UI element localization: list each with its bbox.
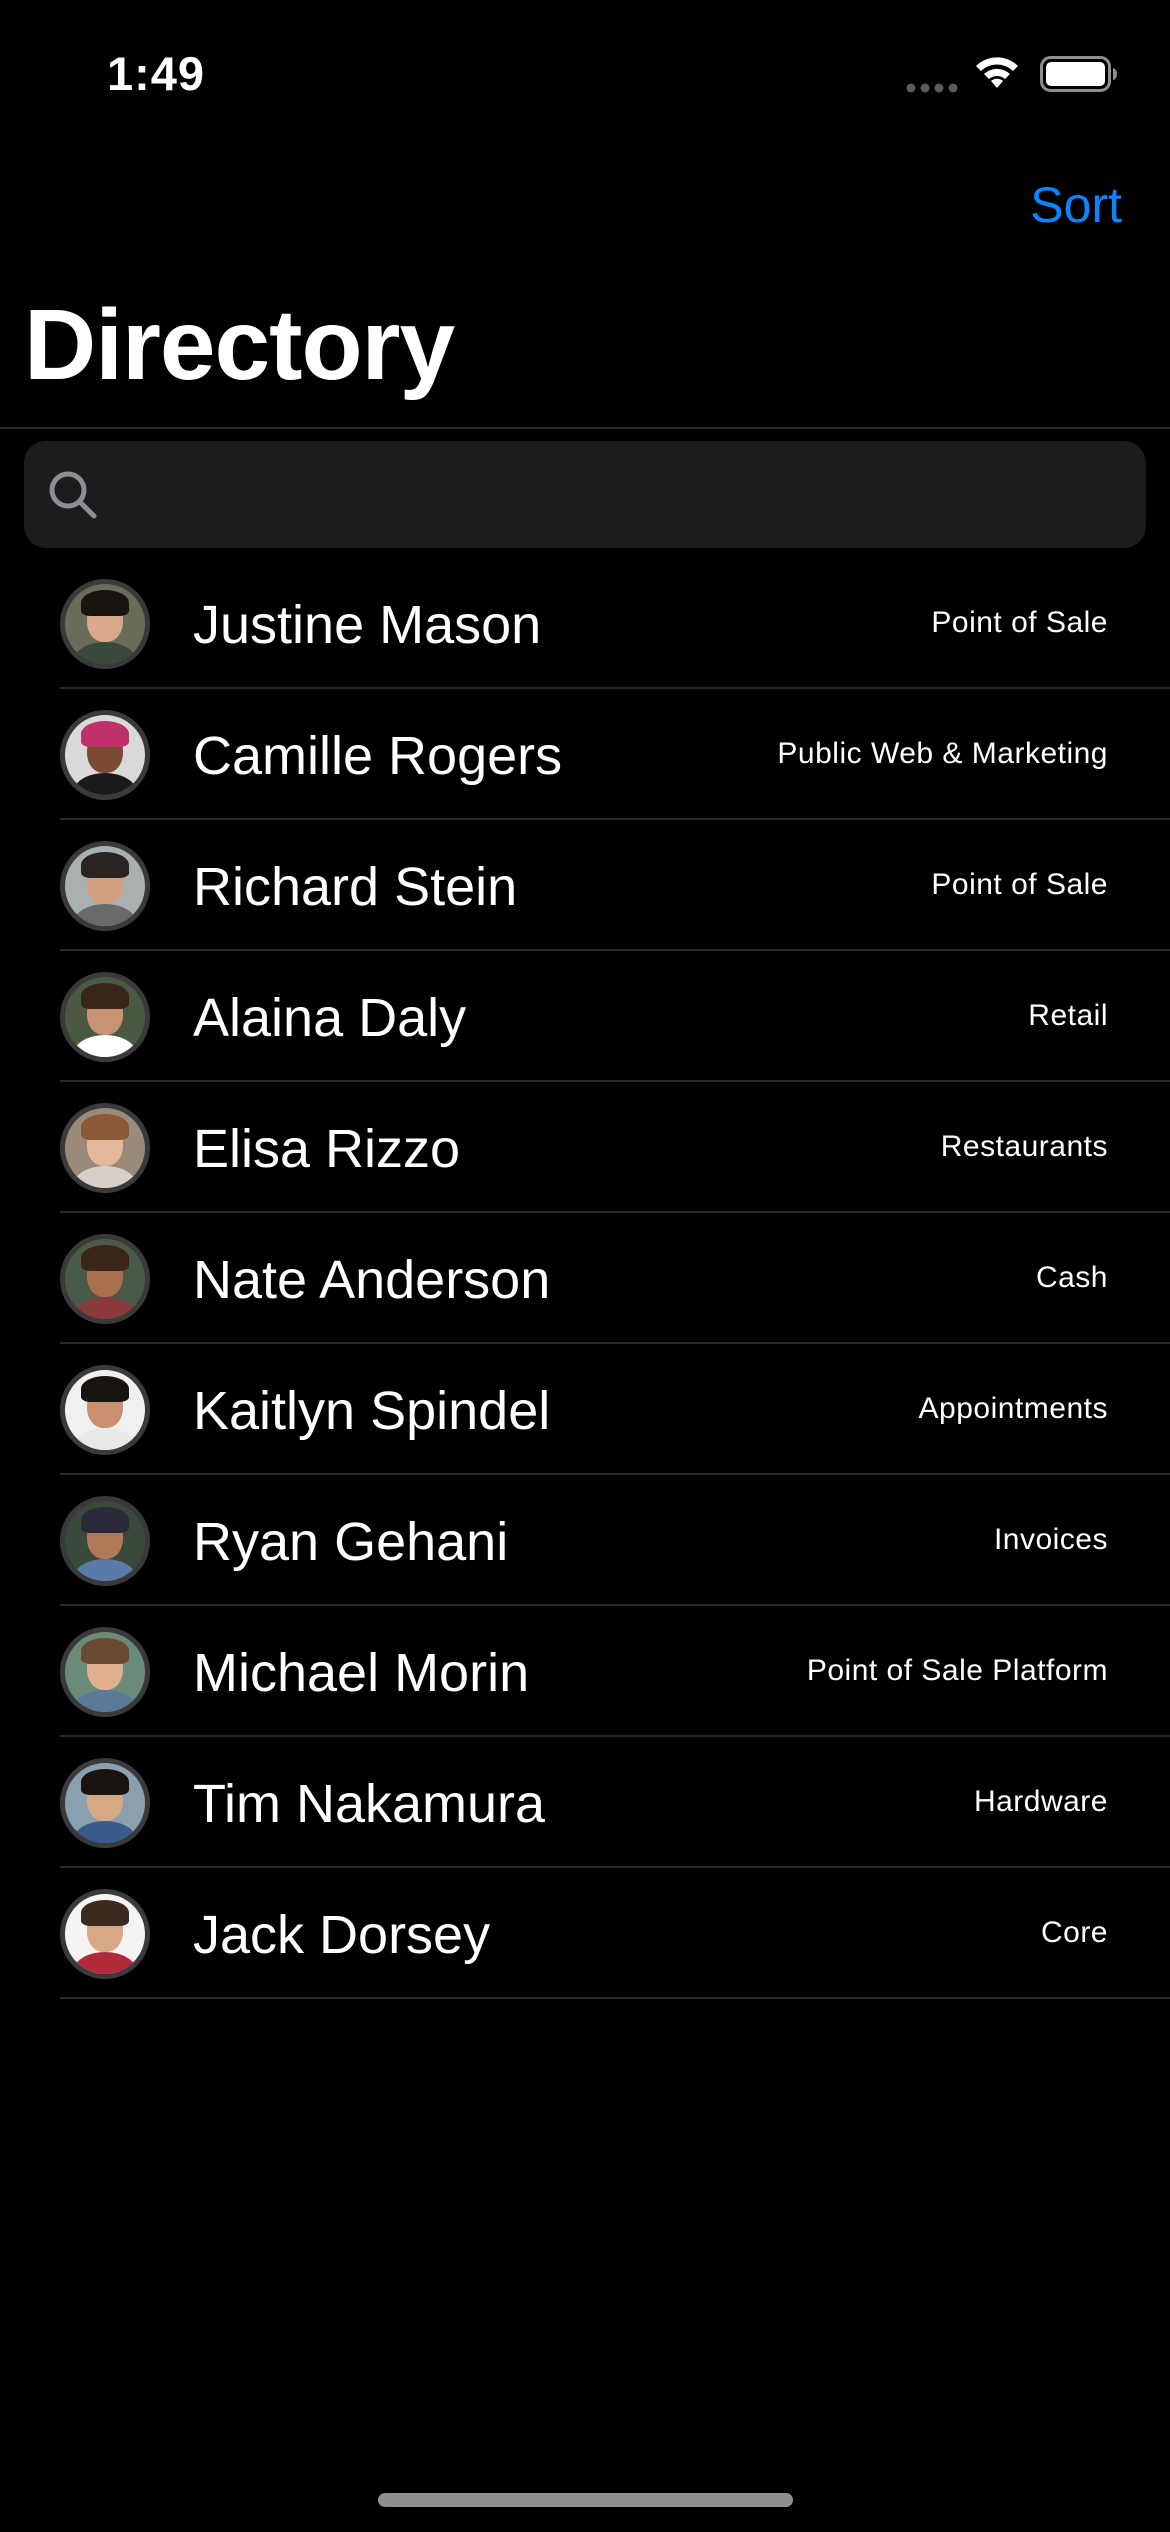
contact-name: Tim Nakamura xyxy=(193,1774,546,1834)
search-bar[interactable] xyxy=(24,441,1146,548)
list-item[interactable]: Jack Dorsey Core xyxy=(0,1868,1170,1999)
directory-screen: 1:49 Sort Directory Justine Mason Point … xyxy=(0,0,1170,2532)
status-time: 1:49 xyxy=(107,47,206,100)
list-item[interactable]: Nate Anderson Cash xyxy=(0,1213,1170,1344)
list-item[interactable]: Richard Stein Point of Sale xyxy=(0,820,1170,951)
search-icon xyxy=(49,471,97,519)
contact-name: Justine Mason xyxy=(193,595,542,655)
cellular-signal-icon xyxy=(906,83,958,93)
contact-name: Alaina Daly xyxy=(193,988,467,1048)
avatar xyxy=(60,1627,150,1717)
avatar xyxy=(60,1234,150,1324)
contact-name: Richard Stein xyxy=(193,857,518,917)
avatar xyxy=(60,579,150,669)
header-divider xyxy=(0,427,1170,429)
avatar xyxy=(60,1496,150,1586)
contact-team: Point of Sale xyxy=(931,606,1108,639)
contact-team: Public Web & Marketing xyxy=(777,737,1108,770)
contact-name: Michael Morin xyxy=(193,1643,530,1703)
row-divider xyxy=(60,1997,1170,1999)
contact-team: Point of Sale Platform xyxy=(806,1654,1108,1687)
list-item[interactable]: Tim Nakamura Hardware xyxy=(0,1737,1170,1868)
page-title: Directory xyxy=(24,289,455,401)
list-item[interactable]: Camille Rogers Public Web & Marketing xyxy=(0,689,1170,820)
avatar xyxy=(60,710,150,800)
contact-name: Nate Anderson xyxy=(193,1250,551,1310)
contact-team: Cash xyxy=(1035,1261,1108,1294)
contact-name: Ryan Gehani xyxy=(193,1512,509,1572)
avatar xyxy=(60,1103,150,1193)
contact-team: Retail xyxy=(1028,999,1108,1032)
search-input[interactable] xyxy=(114,441,1114,548)
avatar xyxy=(60,1365,150,1455)
contact-team: Core xyxy=(1040,1916,1108,1949)
list-item[interactable]: Michael Morin Point of Sale Platform xyxy=(0,1606,1170,1737)
contact-team: Hardware xyxy=(973,1785,1108,1818)
contact-team: Restaurants xyxy=(940,1130,1108,1163)
contact-team: Appointments xyxy=(918,1392,1108,1425)
list-item[interactable]: Kaitlyn Spindel Appointments xyxy=(0,1344,1170,1475)
contact-name: Kaitlyn Spindel xyxy=(193,1381,551,1441)
battery-icon xyxy=(1040,56,1117,92)
wifi-icon xyxy=(976,57,1018,88)
contact-list: Justine Mason Point of Sale Camille Roge… xyxy=(0,558,1170,1999)
avatar xyxy=(60,972,150,1062)
avatar xyxy=(60,1758,150,1848)
contact-name: Jack Dorsey xyxy=(193,1905,491,1965)
list-item[interactable]: Justine Mason Point of Sale xyxy=(0,558,1170,689)
contact-name: Camille Rogers xyxy=(193,726,563,786)
contact-team: Invoices xyxy=(993,1523,1108,1556)
list-item[interactable]: Elisa Rizzo Restaurants xyxy=(0,1082,1170,1213)
avatar xyxy=(60,1889,150,1979)
contact-team: Point of Sale xyxy=(931,868,1108,901)
sort-button[interactable]: Sort xyxy=(1030,176,1122,234)
list-item[interactable]: Alaina Daly Retail xyxy=(0,951,1170,1082)
contact-name: Elisa Rizzo xyxy=(193,1119,461,1179)
avatar xyxy=(60,841,150,931)
status-bar: 1:49 xyxy=(0,0,1170,150)
home-indicator[interactable] xyxy=(378,2493,793,2507)
list-item[interactable]: Ryan Gehani Invoices xyxy=(0,1475,1170,1606)
